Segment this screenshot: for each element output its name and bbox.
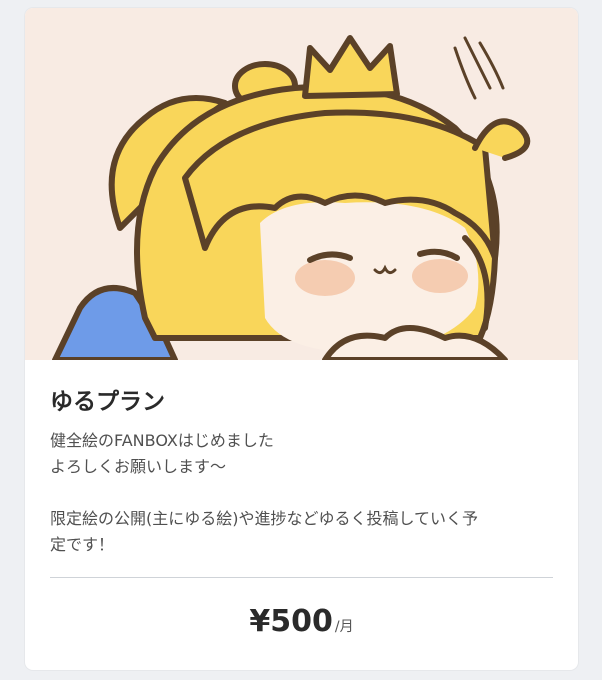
divider xyxy=(50,577,553,578)
plan-cover-image xyxy=(25,8,578,360)
plan-description: 健全絵のFANBOXはじめました よろしくお願いします〜 限定絵の公開(主にゆる… xyxy=(50,431,479,554)
plan-details: ゆるプラン 健全絵のFANBOXはじめました よろしくお願いします〜 限定絵の公… xyxy=(50,388,555,558)
price-unit: /月 xyxy=(334,619,354,635)
price-amount: ¥500 xyxy=(249,604,333,639)
plan-title: ゆるプラン xyxy=(50,389,165,415)
plan-price: ¥500/月 xyxy=(25,604,578,639)
chibi-character-illustration xyxy=(52,35,531,360)
plan-card[interactable]: ゆるプラン 健全絵のFANBOXはじめました よろしくお願いします〜 限定絵の公… xyxy=(25,8,578,670)
